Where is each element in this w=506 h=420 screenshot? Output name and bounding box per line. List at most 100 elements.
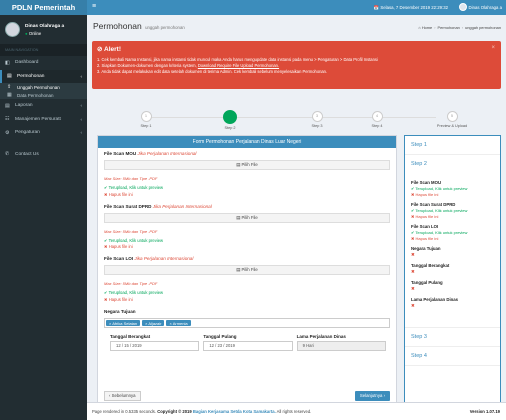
summary-step-1[interactable]: Step 1 — [405, 136, 500, 155]
summary-loi-preview[interactable]: ✔ Terupload, Klik untuk preview — [411, 230, 494, 235]
topbar-date: 📅 Selasa, 7 Desember 2019 22:29:32 — [373, 5, 448, 10]
breadcrumb-permohonan[interactable]: Permohonan — [438, 25, 460, 30]
pulang-group: Tanggal Pulang 12 / 23 / 2019 — [203, 334, 293, 351]
sidebar-item-unggah-permohonan[interactable]: ⇪ Unggah Permohonan — [0, 83, 87, 91]
summary-loi-delete[interactable]: ✖ Hapus file ini — [411, 236, 494, 241]
footer-version-text: Version 1.07.19 — [469, 409, 500, 414]
chevron-left-icon: ‹ — [80, 103, 83, 109]
online-dot-icon: ● — [25, 30, 28, 36]
loi-label-text: File Scan LOI — [104, 256, 134, 261]
dprd-note: Jika Perjalanan Internasional — [152, 203, 212, 209]
summary-lama-label: Lama Perjalanan Dinas — [411, 297, 459, 302]
step-circle: 3 — [311, 111, 323, 122]
berangkat-label: Tanggal Berangkat — [110, 333, 151, 339]
step-label: Preview & Upload — [436, 124, 468, 128]
preview-link-text: Terupload, Klik untuk preview — [108, 290, 164, 295]
step-circle: 2 — [223, 109, 237, 124]
sidebar-item-pengaturan[interactable]: ⚙ Pengaturan ‹ — [0, 126, 87, 140]
mou-label: File Scan MOU Jika Perjalanan Internasio… — [104, 151, 390, 156]
step-5[interactable]: 5 Preview & Upload — [432, 111, 472, 128]
summary-mou-delete[interactable]: ✖ Hapus file ini — [411, 192, 494, 197]
preview-text: Terupload, Klik untuk preview — [415, 208, 468, 213]
summary-panel: Step 1 Step 2 File Scan MOU ✔ Terupload,… — [404, 135, 501, 407]
sidebar-item-manajemen-persuratan[interactable]: ☷ Manajemen Persuratt ‹ — [0, 113, 87, 127]
sidebar-item-label: Dashboard — [15, 60, 39, 66]
alert-line-2-text: 2. Siapkan Dokumen-dokumen dengan kriter… — [97, 63, 198, 68]
sidebar-item-label: Permohonan — [17, 73, 45, 79]
preview-text: Terupload, Klik untuk preview — [415, 186, 468, 191]
missing-x-icon: ✖ — [411, 303, 415, 308]
mou-delete-link[interactable]: ✖ Hapus file ini — [104, 192, 390, 197]
summary-step-4[interactable]: Step 4 — [405, 347, 500, 366]
sidebar-item-permohonan[interactable]: ▤ Permohonan ‹ — [0, 69, 87, 83]
mou-hint: Max Size: 5Mb dan Tipe .PDF — [104, 176, 158, 181]
summary-step-3[interactable]: Step 3 — [405, 327, 500, 347]
loi-preview-link[interactable]: ✔ Terupload, Klik untuk preview — [104, 290, 390, 295]
menu-toggle-icon[interactable]: ≡ — [92, 3, 96, 10]
avatar — [5, 22, 20, 37]
summary-mou-preview[interactable]: ✔ Terupload, Klik untuk preview — [411, 186, 494, 191]
app-logo[interactable]: PDLN Pemerintah — [0, 0, 87, 15]
step-1[interactable]: 1 Step 1 — [126, 111, 166, 128]
breadcrumb: ⌂ Home › Permohonan › unggah permohonan — [418, 25, 501, 30]
sidebar-item-data-permohonan[interactable]: ▦ Data Permohonan — [0, 91, 87, 99]
dprd-file-button[interactable]: ▤ Pilih File — [104, 212, 390, 223]
mou-preview-link[interactable]: ✔ Terupload, Klik untuk preview — [104, 185, 390, 190]
footer-brand-link[interactable]: Bagian Kerjasama Setda Kota Samakarta. — [193, 409, 276, 414]
next-button[interactable]: Selanjutnya › — [354, 391, 390, 401]
loi-hint: Max Size: 5Mb dan Tipe .PDF — [104, 281, 158, 286]
dprd-label-text: File Scan Surat DPRD — [104, 203, 152, 209]
negara-tag[interactable]: × Aljazair — [142, 319, 165, 326]
summary-dprd-preview[interactable]: ✔ Terupload, Klik untuk preview — [411, 208, 494, 213]
negara-tag[interactable]: × Armenia — [166, 319, 191, 326]
form-body: File Scan MOU Jika Perjalanan Internasio… — [98, 148, 396, 406]
sidebar-item-contact-us[interactable]: ✆ Contact Us — [0, 148, 87, 162]
summary-negara-label: Negara Tujuan — [411, 246, 441, 251]
footer-copyright: Copyright © 2019 — [157, 409, 192, 414]
chevron-down-icon: ‹ — [80, 73, 83, 79]
missing-x-icon: ✖ — [411, 286, 415, 291]
summary-dprd-label: File Scan Surat DPRD — [411, 202, 456, 207]
stepper: 1 Step 1 2 Step 2 3 Step 3 4 Step 4 5 Preview… — [92, 107, 501, 131]
negara-tag[interactable]: × Afrika Selatan — [106, 319, 141, 326]
form-title: Form Permohonan Perjalanan Dinas Luar Ne… — [98, 136, 396, 148]
loi-file-button[interactable]: ▤ Pilih File — [104, 265, 390, 275]
sidebar-item-dashboard[interactable]: ◧ Dashboard — [0, 56, 87, 70]
summary-dprd-delete[interactable]: ✖ Hapus file ini — [411, 214, 494, 219]
mou-file-button[interactable]: ▤ Pilih File — [104, 160, 390, 170]
next-button-label: Selanjutnya — [359, 393, 383, 398]
user-status: ● Online — [25, 31, 64, 36]
summary-berangkat-label: Tanggal Berangkat — [411, 263, 450, 268]
missing-x-icon: ✖ — [411, 252, 415, 257]
step-label: Step 1 — [140, 124, 152, 128]
loi-label: File Scan LOI Jika Perjalanan Internasio… — [104, 256, 390, 261]
missing-x-icon: ✖ — [411, 269, 415, 274]
footer-rights: All rights reserved. — [276, 409, 312, 414]
dprd-delete-link[interactable]: ✖ Hapus file ini — [104, 244, 390, 249]
step-label: Step 2 — [224, 125, 236, 130]
berangkat-input[interactable]: 12 / 15 / 2019 — [110, 340, 200, 351]
close-icon[interactable]: × — [491, 45, 495, 51]
pulang-input[interactable]: 12 / 23 / 2019 — [203, 340, 293, 351]
summary-step-2[interactable]: Step 2 — [405, 155, 500, 173]
breadcrumb-home[interactable]: Home — [422, 25, 432, 30]
dprd-preview-link[interactable]: ✔ Terupload, Klik untuk preview — [104, 238, 390, 243]
date-text: Selasa, 7 Desember 2019 22:29:32 — [380, 5, 448, 10]
step-2[interactable]: 2 Step 2 — [210, 109, 250, 130]
user-menu[interactable]: Dinas Olahraga a — [458, 3, 502, 11]
alert-title: ⊘ Alert! — [97, 45, 496, 53]
loi-delete-link[interactable]: ✖ Hapus file ini — [104, 297, 390, 302]
sidebar-item-laporan[interactable]: ▤ Laporan ‹ — [0, 99, 87, 113]
alert-box: × ⊘ Alert! 1. Cek kembali Nama Instansi,… — [92, 41, 501, 89]
step-3[interactable]: 3 Step 3 — [297, 111, 337, 128]
negara-select[interactable]: × Afrika Selatan × Aljazair × Armenia — [104, 317, 390, 328]
download-require-link[interactable]: Download Require File Upload Permohonan. — [198, 63, 279, 68]
loi-note: Jika Perjalanan Internasional — [134, 256, 194, 261]
home-icon: ⌂ — [418, 25, 421, 30]
previous-button[interactable]: ‹ Sebelumnya — [104, 391, 141, 401]
alert-line-3: 3. Anda tidak dapat melakukan edit data … — [97, 69, 328, 74]
dprd-hint: Max Size: 5Mb dan Tipe .PDF — [104, 228, 158, 234]
step-4[interactable]: 4 Step 4 — [357, 111, 397, 128]
footer: Page rendered in 0.5335 seconds. Copyrig… — [87, 402, 506, 420]
file-button-label: Pilih File — [241, 214, 258, 220]
